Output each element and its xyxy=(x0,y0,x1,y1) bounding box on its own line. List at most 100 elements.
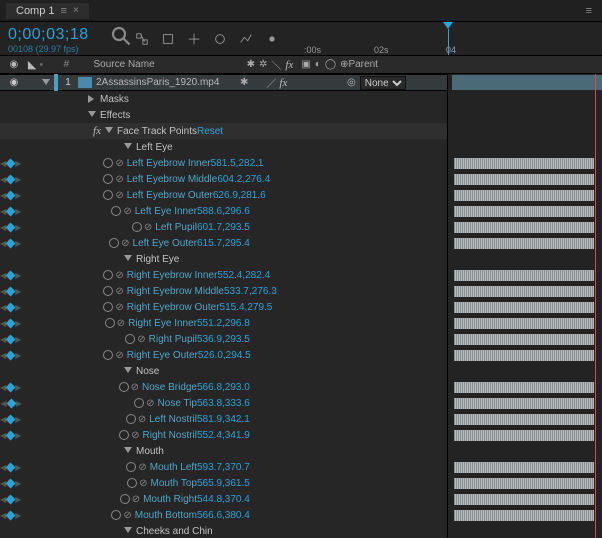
current-timecode[interactable]: 0;00;03;18 xyxy=(8,26,110,44)
expression-link-icon[interactable]: ⊘ xyxy=(115,190,123,201)
graph-editor-icon[interactable] xyxy=(238,31,254,47)
property-label[interactable]: Mouth Bottom xyxy=(135,510,197,521)
property-label[interactable]: Right Eyebrow Inner xyxy=(127,270,218,281)
add-keyframe-icon[interactable] xyxy=(6,158,16,168)
add-keyframe-icon[interactable] xyxy=(6,206,16,216)
twirl-icon[interactable] xyxy=(124,527,132,535)
stopwatch-icon[interactable] xyxy=(103,286,113,296)
shy-icon[interactable] xyxy=(264,31,280,47)
property-label[interactable]: Right Eyebrow Outer xyxy=(127,302,220,313)
property-label[interactable]: Face Track Points xyxy=(117,126,197,137)
property-group[interactable]: Nose xyxy=(0,363,447,379)
property-label[interactable]: Left Eye Outer xyxy=(133,238,197,249)
animated-property[interactable]: ◀▶⊘Right Eyebrow Outer515.4,279.5 xyxy=(0,299,447,315)
shy-column-icon[interactable]: ◣ xyxy=(28,59,36,71)
timeline-row[interactable] xyxy=(448,459,602,475)
property-label[interactable]: Effects xyxy=(100,110,130,121)
add-keyframe-icon[interactable] xyxy=(6,510,16,520)
stopwatch-icon[interactable] xyxy=(134,398,144,408)
effect-face-track-points[interactable]: fxFace Track PointsReset xyxy=(0,123,447,139)
next-keyframe-icon[interactable]: ▶ xyxy=(15,479,21,488)
video-toggle-icon[interactable]: ◉ xyxy=(0,77,28,88)
add-keyframe-icon[interactable] xyxy=(6,398,16,408)
keyframe-bar[interactable] xyxy=(454,398,594,409)
property-label[interactable]: Cheeks and Chin xyxy=(136,526,213,537)
animated-property[interactable]: ◀▶⊘Left Eyebrow Middle604.2,276.4 xyxy=(0,171,447,187)
add-keyframe-icon[interactable] xyxy=(6,222,16,232)
property-value[interactable]: 551.2,296.8 xyxy=(197,318,347,329)
property-value[interactable]: 533.7,276.3 xyxy=(224,286,374,297)
switch-icon[interactable]: ✲ xyxy=(259,59,267,70)
next-keyframe-icon[interactable]: ▶ xyxy=(15,159,21,168)
twirl-icon[interactable] xyxy=(124,143,132,151)
add-keyframe-icon[interactable] xyxy=(6,286,16,296)
timeline-row[interactable] xyxy=(448,139,602,155)
fx-switch[interactable]: fx xyxy=(279,77,287,89)
source-name-column-header[interactable]: Source Name xyxy=(88,59,247,70)
add-keyframe-icon[interactable] xyxy=(6,270,16,280)
property-value[interactable]: 552.4,282.4 xyxy=(217,270,367,281)
expression-link-icon[interactable]: ⊘ xyxy=(131,382,139,393)
layer-name[interactable]: 2AssassinsParis_1920.mp4 xyxy=(96,77,219,88)
stopwatch-icon[interactable] xyxy=(103,158,113,168)
next-keyframe-icon[interactable]: ▶ xyxy=(15,287,21,296)
keyframe-bar[interactable] xyxy=(454,174,594,185)
close-icon[interactable]: × xyxy=(73,5,79,16)
switch-icon[interactable]: ◯ xyxy=(325,59,336,70)
property-value[interactable]: 593.7,370.7 xyxy=(197,462,347,473)
next-keyframe-icon[interactable]: ▶ xyxy=(15,303,21,312)
expression-link-icon[interactable]: ⊘ xyxy=(115,158,123,169)
timeline-row[interactable] xyxy=(448,379,602,395)
property-label[interactable]: Left Eye xyxy=(136,142,173,153)
property-label[interactable]: Left Eye Inner xyxy=(135,206,197,217)
timeline-row[interactable] xyxy=(448,267,602,283)
property-value[interactable]: 536.9,293.5 xyxy=(197,334,347,345)
switch-icon[interactable]: ▣ xyxy=(301,59,310,70)
add-keyframe-icon[interactable] xyxy=(6,478,16,488)
property-value[interactable]: 588.6,296.6 xyxy=(197,206,347,217)
stopwatch-icon[interactable] xyxy=(126,462,136,472)
keyframe-bar[interactable] xyxy=(454,158,594,169)
property-value[interactable]: 601.7,293.5 xyxy=(197,222,347,233)
expression-link-icon[interactable]: ⊘ xyxy=(137,334,145,345)
animated-property[interactable]: ◀▶⊘Left Pupil601.7,293.5 xyxy=(0,219,447,235)
stopwatch-icon[interactable] xyxy=(109,238,119,248)
timeline-area[interactable] xyxy=(447,74,602,538)
timeline-row[interactable] xyxy=(448,235,602,251)
add-keyframe-icon[interactable] xyxy=(6,302,16,312)
stopwatch-icon[interactable] xyxy=(120,494,130,504)
property-label[interactable]: Nose Bridge xyxy=(142,382,197,393)
animated-property[interactable]: ◀▶⊘Right Eyebrow Middle533.7,276.3 xyxy=(0,283,447,299)
property-label[interactable]: Mouth Right xyxy=(143,494,197,505)
next-keyframe-icon[interactable]: ▶ xyxy=(15,431,21,440)
add-keyframe-icon[interactable] xyxy=(6,494,16,504)
timeline-row[interactable] xyxy=(448,315,602,331)
property-value[interactable]: 581.5,282.1 xyxy=(211,158,361,169)
current-time-indicator[interactable] xyxy=(442,22,454,55)
expression-link-icon[interactable]: ⊘ xyxy=(115,350,123,361)
pickwhip-icon[interactable]: ◎ xyxy=(347,77,356,88)
keyframe-bar[interactable] xyxy=(454,190,594,201)
property-value[interactable]: 566.6,380.4 xyxy=(197,510,347,521)
effects-group[interactable]: Effects xyxy=(0,107,447,123)
index-column-header[interactable]: # xyxy=(64,59,88,70)
stopwatch-icon[interactable] xyxy=(127,478,137,488)
expression-link-icon[interactable]: ⊘ xyxy=(123,510,131,521)
property-value[interactable]: 565.9,361.5 xyxy=(197,478,347,489)
expression-link-icon[interactable]: ⊘ xyxy=(123,206,131,217)
layer-twirl-icon[interactable] xyxy=(42,79,50,87)
stopwatch-icon[interactable] xyxy=(119,382,129,392)
property-label[interactable]: Right Eye xyxy=(136,254,179,265)
twirl-icon[interactable] xyxy=(124,367,132,375)
timeline-row[interactable] xyxy=(448,443,602,459)
property-value[interactable]: 563.8,333.6 xyxy=(197,398,347,409)
keyframe-bar[interactable] xyxy=(454,494,594,505)
next-keyframe-icon[interactable]: ▶ xyxy=(15,511,21,520)
layer-switch[interactable]: ✱ xyxy=(240,77,248,88)
twirl-icon[interactable] xyxy=(124,255,132,263)
property-value[interactable]: Reset xyxy=(197,126,347,137)
expression-link-icon[interactable]: ⊘ xyxy=(117,318,125,329)
next-keyframe-icon[interactable]: ▶ xyxy=(15,175,21,184)
keyframe-bar[interactable] xyxy=(454,286,594,297)
add-keyframe-icon[interactable] xyxy=(6,174,16,184)
